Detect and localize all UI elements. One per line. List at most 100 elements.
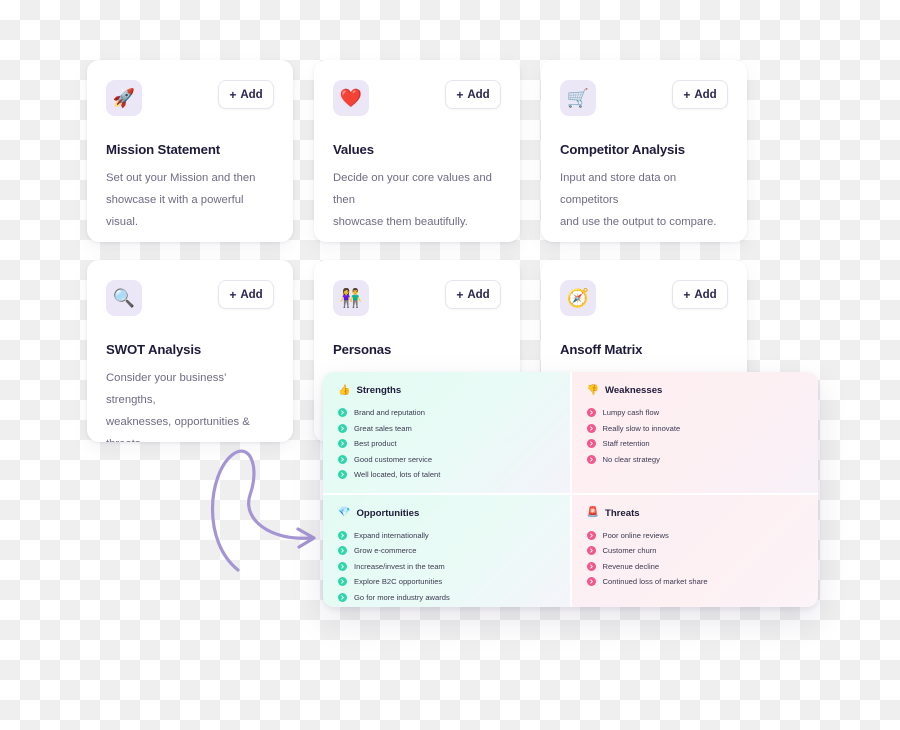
card-header: 🚀 + Add — [106, 80, 274, 116]
add-button-label: Add — [467, 288, 490, 301]
list-item[interactable]: Best product — [338, 436, 555, 452]
list-item-label: Really slow to innovate — [602, 423, 681, 433]
chevron-circle-icon — [338, 470, 347, 480]
list-item-label: Great sales team — [354, 423, 412, 433]
list-item[interactable]: Go for more industry awards — [338, 590, 555, 606]
list-item[interactable]: Lumpy cash flow — [586, 405, 804, 421]
list-item-label: No clear strategy — [602, 454, 660, 464]
swot-quadrant-weaknesses: 👎 Weaknesses Lumpy cash flow Really slow… — [571, 372, 818, 493]
list-item-label: Lumpy cash flow — [602, 408, 660, 418]
list-item[interactable]: Customer churn — [586, 543, 804, 559]
plus-icon: + — [229, 87, 237, 102]
list-item[interactable]: Poor online reviews — [586, 528, 804, 544]
swot-quadrant-strengths: 👍 Strengths Brand and reputation Great s… — [323, 372, 570, 493]
people-icon-glyph: 👫 — [339, 288, 363, 308]
heart-icon: ❤️ — [333, 80, 369, 116]
swot-quadrant-threats: 🚨 Threats Poor online reviews Customer c… — [571, 494, 818, 607]
thumbs-up-icon: 👍 — [338, 384, 351, 396]
list-item[interactable]: Expand internationally — [338, 528, 555, 544]
card-title: SWOT Analysis — [106, 342, 202, 357]
list-item[interactable]: Brand and reputation — [338, 405, 555, 421]
swot-quadrant-header: 🚨 Threats — [587, 508, 804, 519]
plus-icon: + — [456, 287, 464, 302]
card-description-line-2: showcase them beautifully. — [333, 216, 468, 229]
swot-quadrant-title: Threats — [604, 507, 640, 519]
chevron-circle-icon — [338, 561, 347, 571]
compass-icon-glyph: 🧭 — [566, 288, 590, 308]
add-button-label: Add — [694, 288, 717, 301]
chevron-circle-icon — [338, 592, 347, 602]
swot-quadrant-title: Weaknesses — [604, 385, 663, 396]
card-description-line-2: showcase it with a powerful visual. — [106, 194, 244, 229]
magnifying-glass-icon-glyph: 🔍 — [112, 288, 136, 308]
chevron-circle-icon — [338, 546, 347, 556]
card-description-line-1: Decide on your core values and then — [333, 172, 492, 207]
add-button[interactable]: + Add — [218, 80, 274, 109]
shopping-cart-icon-glyph: 🛒 — [566, 88, 590, 108]
chevron-circle-icon — [586, 454, 596, 464]
list-item[interactable]: Increase/invest in the team — [338, 559, 555, 575]
list-item-label: Grow e-commerce — [354, 546, 417, 556]
add-button[interactable]: + Add — [672, 80, 728, 109]
swot-quadrant-header: 👎 Weaknesses — [587, 385, 804, 396]
list-item[interactable]: Great sales team — [338, 421, 555, 437]
add-button[interactable]: + Add — [672, 280, 728, 309]
swot-item-list: Brand and reputation Great sales team Be… — [338, 405, 555, 483]
list-item[interactable]: Explore B2C opportunities — [338, 574, 555, 590]
list-item-label: Poor online reviews — [602, 530, 669, 540]
thumbs-down-icon: 👎 — [586, 384, 599, 396]
card-header: 🔍 + Add — [106, 280, 274, 316]
card-title: Values — [333, 142, 374, 157]
card-swot-analysis[interactable]: 🔍 + Add SWOT Analysis Consider your busi… — [87, 260, 293, 442]
add-button[interactable]: + Add — [445, 280, 501, 309]
card-description-line-2: weaknesses, opportunities & threats. — [106, 416, 250, 442]
list-item[interactable]: Well located, lots of talent — [338, 467, 555, 483]
card-mission-statement[interactable]: 🚀 + Add Mission Statement Set out your M… — [87, 60, 293, 242]
list-item-label: Expand internationally — [354, 530, 429, 540]
card-header: 🛒 + Add — [560, 80, 728, 116]
chevron-circle-icon — [338, 408, 347, 418]
list-item[interactable]: Staff retention — [586, 436, 804, 452]
add-button[interactable]: + Add — [445, 80, 501, 109]
list-item[interactable]: Good customer service — [338, 452, 555, 468]
card-header: 👫 + Add — [333, 280, 501, 316]
add-button-label: Add — [694, 88, 717, 101]
add-button-label: Add — [240, 288, 263, 301]
siren-icon: 🚨 — [586, 507, 599, 518]
list-item-label: Staff retention — [602, 439, 650, 449]
plus-icon: + — [683, 287, 691, 302]
add-button-label: Add — [467, 88, 490, 101]
magnifying-glass-icon: 🔍 — [106, 280, 142, 316]
heart-icon-glyph: ❤️ — [339, 88, 363, 108]
list-item-label: Well located, lots of talent — [354, 470, 441, 480]
card-description: Set out your Mission and then showcase i… — [106, 167, 274, 233]
card-title: Ansoff Matrix — [560, 342, 643, 357]
list-item[interactable]: No clear strategy — [586, 452, 804, 468]
list-item[interactable]: Grow e-commerce — [338, 543, 555, 559]
list-item[interactable]: Really slow to innovate — [586, 421, 804, 437]
chevron-circle-icon — [586, 408, 596, 418]
card-description: Decide on your core values and then show… — [333, 167, 501, 233]
chevron-circle-icon — [586, 439, 596, 449]
chevron-circle-icon — [586, 561, 596, 571]
card-description-line-2: and use the output to compare. — [560, 216, 717, 229]
card-header: ❤️ + Add — [333, 80, 501, 116]
list-item-label: Best product — [354, 439, 397, 449]
card-description: Input and store data on competitors and … — [560, 167, 728, 233]
card-competitor-analysis[interactable]: 🛒 + Add Competitor Analysis Input and st… — [541, 60, 747, 242]
swot-item-list: Poor online reviews Customer churn Reven… — [586, 528, 804, 590]
add-button[interactable]: + Add — [218, 280, 274, 309]
card-values[interactable]: ❤️ + Add Values Decide on your core valu… — [314, 60, 520, 242]
card-row-1: 🚀 + Add Mission Statement Set out your M… — [87, 60, 747, 242]
rocket-icon-glyph: 🚀 — [112, 88, 136, 108]
card-title: Mission Statement — [106, 142, 220, 157]
list-item[interactable]: Revenue decline — [586, 559, 804, 575]
swot-item-list: Lumpy cash flow Really slow to innovate … — [586, 405, 804, 468]
list-item-label: Explore B2C opportunities — [354, 577, 443, 587]
list-item-label: Revenue decline — [602, 561, 660, 571]
list-item[interactable]: Continued loss of market share — [586, 574, 804, 590]
list-item-label: Continued loss of market share — [602, 577, 708, 587]
swot-quadrant-header: 👍 Strengths — [338, 385, 555, 396]
list-item-label: Customer churn — [602, 546, 657, 556]
chevron-circle-icon — [338, 454, 347, 464]
